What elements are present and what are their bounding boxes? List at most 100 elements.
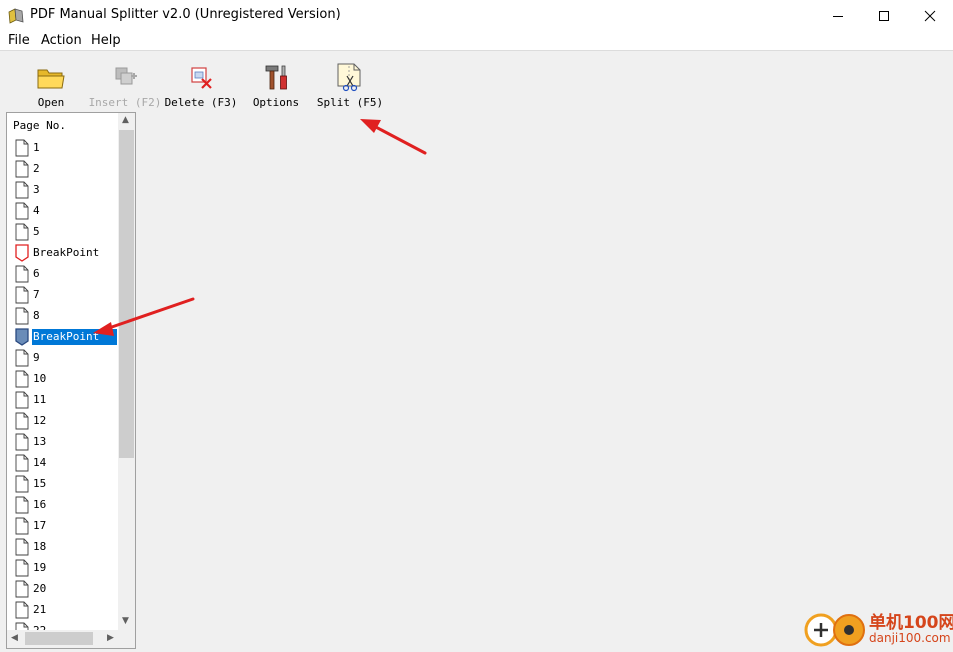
page-list-header: Page No.: [13, 119, 66, 132]
list-item-label: 6: [33, 267, 40, 280]
page-icon: [15, 349, 29, 367]
split-label: Split (F5): [316, 96, 384, 109]
list-item-page[interactable]: 14: [7, 452, 118, 473]
list-item-page[interactable]: 21: [7, 599, 118, 620]
list-item-label: 12: [33, 414, 47, 427]
list-item-label: 11: [33, 393, 47, 406]
maximize-icon: [879, 10, 889, 21]
minimize-button[interactable]: [815, 0, 861, 31]
page-icon: [15, 139, 29, 157]
title-bar: PDF Manual Splitter v2.0 (Unregistered V…: [0, 0, 953, 31]
list-item-label: BreakPoint: [32, 329, 117, 345]
list-item-label: 4: [33, 204, 40, 217]
list-item-page[interactable]: 18: [7, 536, 118, 557]
list-item-page[interactable]: 19: [7, 557, 118, 578]
list-item-page[interactable]: 3: [7, 179, 118, 200]
list-item-page[interactable]: 1: [7, 137, 118, 158]
insert-label: Insert (F2): [88, 96, 162, 109]
watermark: 单机100网 danji100.com: [803, 606, 953, 650]
open-button[interactable]: Open: [28, 58, 74, 109]
scroll-up-icon[interactable]: ▲: [122, 115, 129, 125]
page-icon: [15, 370, 29, 388]
page-icon: [15, 391, 29, 409]
toolbar: Open Insert (F2) Delete (F3) Options Spl…: [0, 52, 953, 109]
breakpoint-icon: [15, 244, 29, 262]
list-item-label: 13: [33, 435, 47, 448]
menu-action[interactable]: Action: [41, 33, 82, 48]
scroll-right-icon[interactable]: ▶: [107, 633, 114, 643]
page-icon: [15, 412, 29, 430]
list-item-label: 3: [33, 183, 40, 196]
list-item-page[interactable]: 12: [7, 410, 118, 431]
list-item-breakpoint[interactable]: BreakPoint: [7, 326, 118, 347]
page-icon: [15, 433, 29, 451]
list-item-label: 7: [33, 288, 40, 301]
list-item-label: 18: [33, 540, 47, 553]
horizontal-scroll-thumb[interactable]: [25, 632, 93, 645]
vertical-scrollbar[interactable]: ▲ ▼: [118, 113, 135, 630]
split-button[interactable]: Split (F5): [316, 58, 384, 109]
list-item-page[interactable]: 13: [7, 431, 118, 452]
app-icon: [8, 8, 24, 24]
list-item-label: 16: [33, 498, 47, 511]
list-item-page[interactable]: 4: [7, 200, 118, 221]
list-item-page[interactable]: 5: [7, 221, 118, 242]
folder-open-icon: [37, 69, 65, 89]
page-icon: [15, 286, 29, 304]
list-item-page[interactable]: 2: [7, 158, 118, 179]
vertical-scroll-thumb[interactable]: [119, 130, 134, 458]
page-icon: [15, 160, 29, 178]
list-item-label: 20: [33, 582, 47, 595]
menu-file[interactable]: File: [8, 33, 30, 48]
list-item-label: BreakPoint: [33, 246, 100, 259]
options-button[interactable]: Options: [250, 58, 302, 109]
list-item-label: 1: [33, 141, 40, 154]
menu-bar: File Action Help: [0, 31, 953, 51]
horizontal-scrollbar[interactable]: ◀ ▶: [7, 630, 135, 648]
tools-icon: [265, 65, 287, 90]
insert-button[interactable]: Insert (F2): [88, 58, 162, 109]
list-item-label: 21: [33, 603, 47, 616]
list-item-label: 8: [33, 309, 40, 322]
page-list-panel[interactable]: Page No. 1 2 3 4 5 BreakPoint 6 7 8 BreakPoint 9 10…: [6, 112, 136, 649]
list-item-page[interactable]: 15: [7, 473, 118, 494]
list-item-breakpoint[interactable]: BreakPoint: [7, 242, 118, 263]
annotation-arrow-split: [360, 119, 427, 155]
list-item-page[interactable]: 20: [7, 578, 118, 599]
watermark-name: 单机100网: [869, 613, 953, 633]
list-item-page[interactable]: 8: [7, 305, 118, 326]
list-item-label: 2: [33, 162, 40, 175]
delete-label: Delete (F3): [164, 96, 238, 109]
page-icon: [15, 202, 29, 220]
split-scissors-icon: [337, 63, 361, 92]
window-title: PDF Manual Splitter v2.0 (Unregistered V…: [30, 7, 341, 22]
page-icon: [15, 307, 29, 325]
close-icon: [924, 10, 936, 21]
list-item-page[interactable]: 10: [7, 368, 118, 389]
list-item-label: 19: [33, 561, 47, 574]
scroll-left-icon[interactable]: ◀: [11, 633, 18, 643]
menu-help[interactable]: Help: [91, 33, 121, 48]
maximize-button[interactable]: [861, 0, 907, 31]
list-item-page[interactable]: 9: [7, 347, 118, 368]
page-icon: [15, 475, 29, 493]
list-item-label: 15: [33, 477, 47, 490]
breakpoint-icon: [15, 328, 29, 346]
list-item-label: 5: [33, 225, 40, 238]
list-item-page[interactable]: 16: [7, 494, 118, 515]
list-item-page[interactable]: 17: [7, 515, 118, 536]
open-label: Open: [37, 96, 65, 109]
page-list: 1 2 3 4 5 BreakPoint 6 7 8 BreakPoint 9 10 11 12 13 14 1…: [7, 137, 118, 641]
page-icon: [15, 517, 29, 535]
watermark-url: danji100.com: [869, 631, 951, 645]
list-item-label: 10: [33, 372, 47, 385]
list-item-page[interactable]: 11: [7, 389, 118, 410]
delete-button[interactable]: Delete (F3): [164, 58, 238, 109]
page-icon: [15, 559, 29, 577]
list-item-page[interactable]: 6: [7, 263, 118, 284]
list-item-page[interactable]: 7: [7, 284, 118, 305]
scroll-down-icon[interactable]: ▼: [122, 616, 129, 626]
page-icon: [15, 538, 29, 556]
close-button[interactable]: [907, 0, 953, 31]
page-icon: [15, 580, 29, 598]
